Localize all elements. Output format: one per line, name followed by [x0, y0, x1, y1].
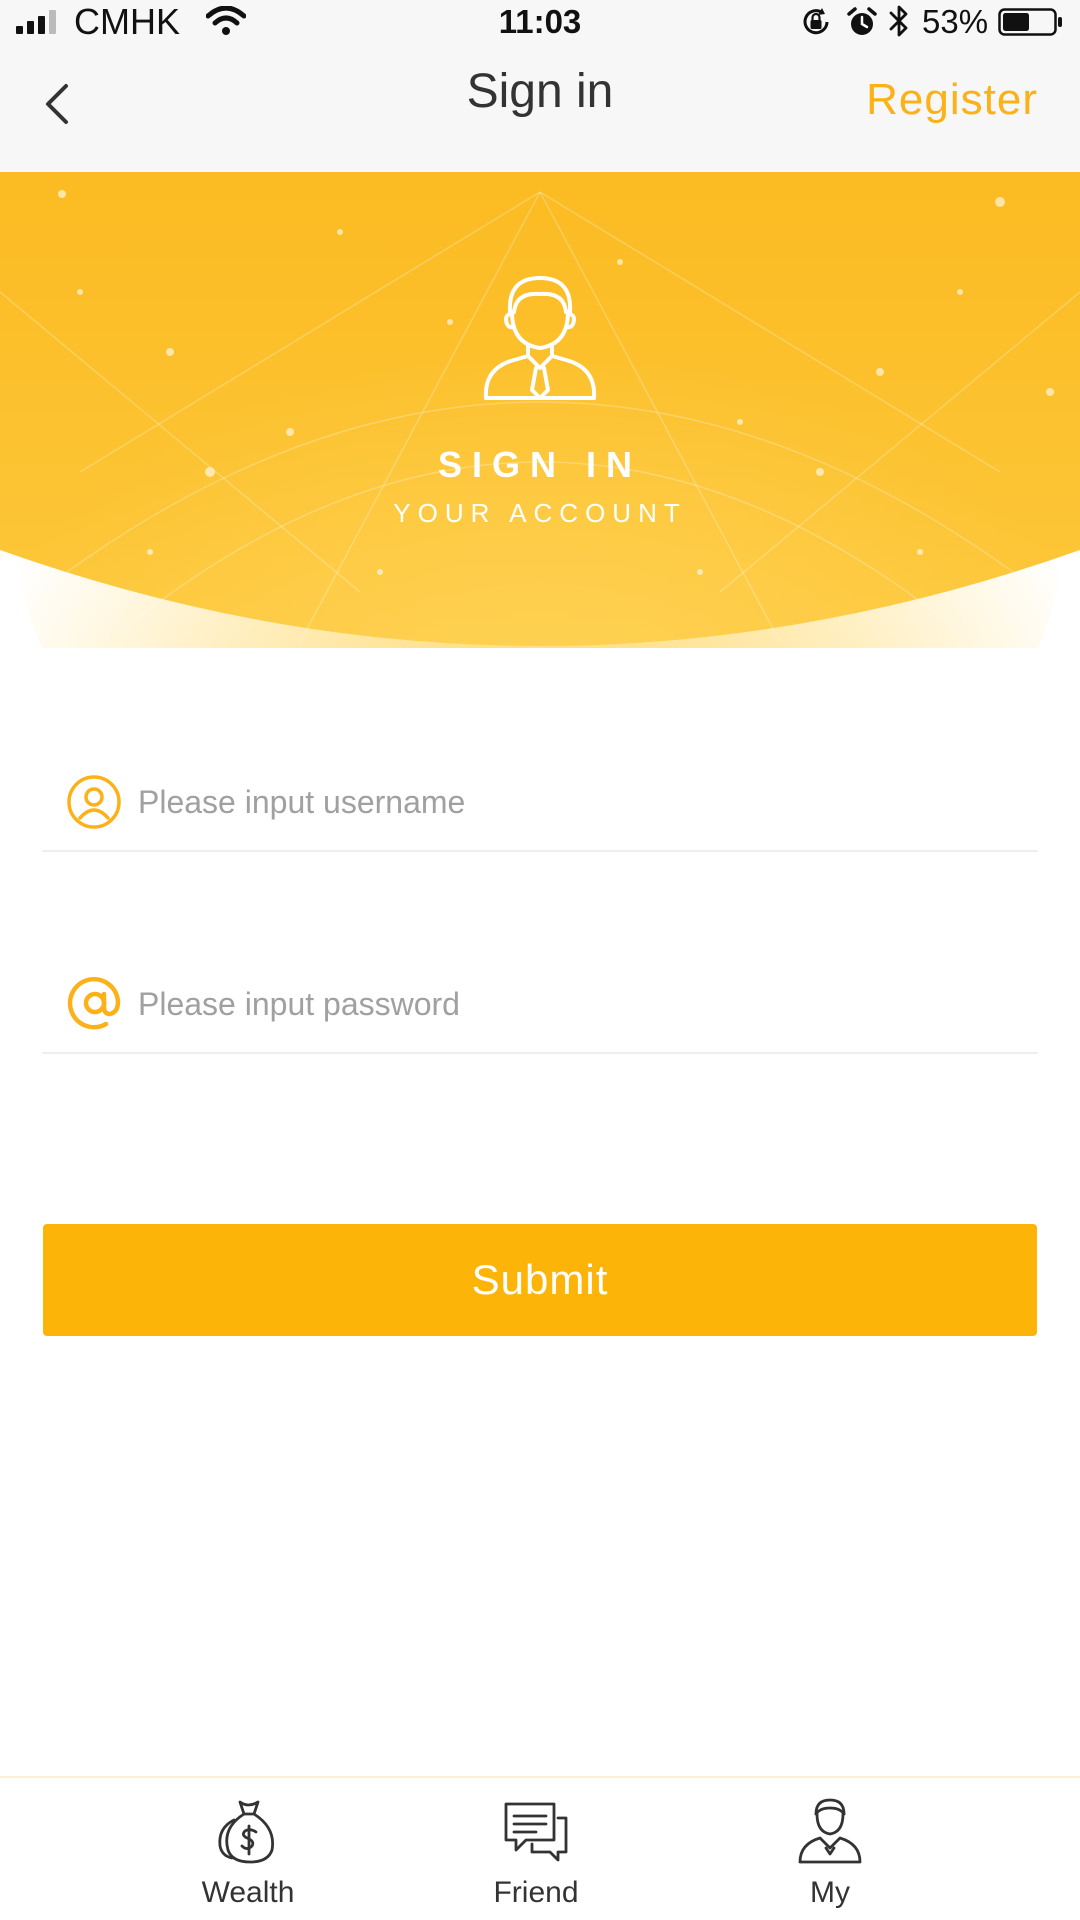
sign-in-banner: SIGN IN YOUR ACCOUNT — [0, 172, 1080, 648]
person-icon — [798, 1798, 862, 1864]
submit-button[interactable]: Submit — [43, 1224, 1037, 1336]
tab-wealth[interactable]: Wealth — [148, 1778, 348, 1920]
rotation-lock-icon — [803, 8, 829, 35]
username-field — [42, 752, 1038, 852]
tab-friend[interactable]: Friend — [436, 1778, 636, 1920]
register-link[interactable]: Register — [866, 74, 1038, 126]
status-time: 11:03 — [498, 3, 582, 40]
alarm-icon — [847, 7, 877, 35]
user-circle-icon — [67, 775, 121, 829]
businessman-avatar-icon — [483, 276, 597, 400]
tab-my[interactable]: My — [730, 1778, 930, 1920]
tab-label: Friend — [493, 1876, 579, 1909]
password-input[interactable] — [138, 974, 1018, 1034]
status-bar: CMHK 11:03 53% — [0, 0, 1080, 44]
username-input[interactable] — [138, 772, 1018, 832]
banner-subtitle: YOUR ACCOUNT — [393, 498, 687, 528]
money-bag-icon — [218, 1800, 274, 1864]
tab-label: Wealth — [201, 1876, 295, 1909]
battery-percent: 53% — [922, 3, 989, 40]
battery-icon — [998, 8, 1062, 36]
password-field — [42, 954, 1038, 1054]
banner-background — [0, 172, 1080, 648]
chat-bubbles-icon — [504, 1802, 568, 1862]
tab-label: My — [810, 1876, 850, 1909]
navigation-bar: Sign in Register — [0, 44, 1080, 172]
banner-title: SIGN IN — [437, 444, 642, 485]
at-sign-icon — [67, 976, 121, 1030]
bluetooth-icon — [889, 5, 908, 37]
bottom-tab-bar: Wealth Friend My — [0, 1776, 1080, 1920]
